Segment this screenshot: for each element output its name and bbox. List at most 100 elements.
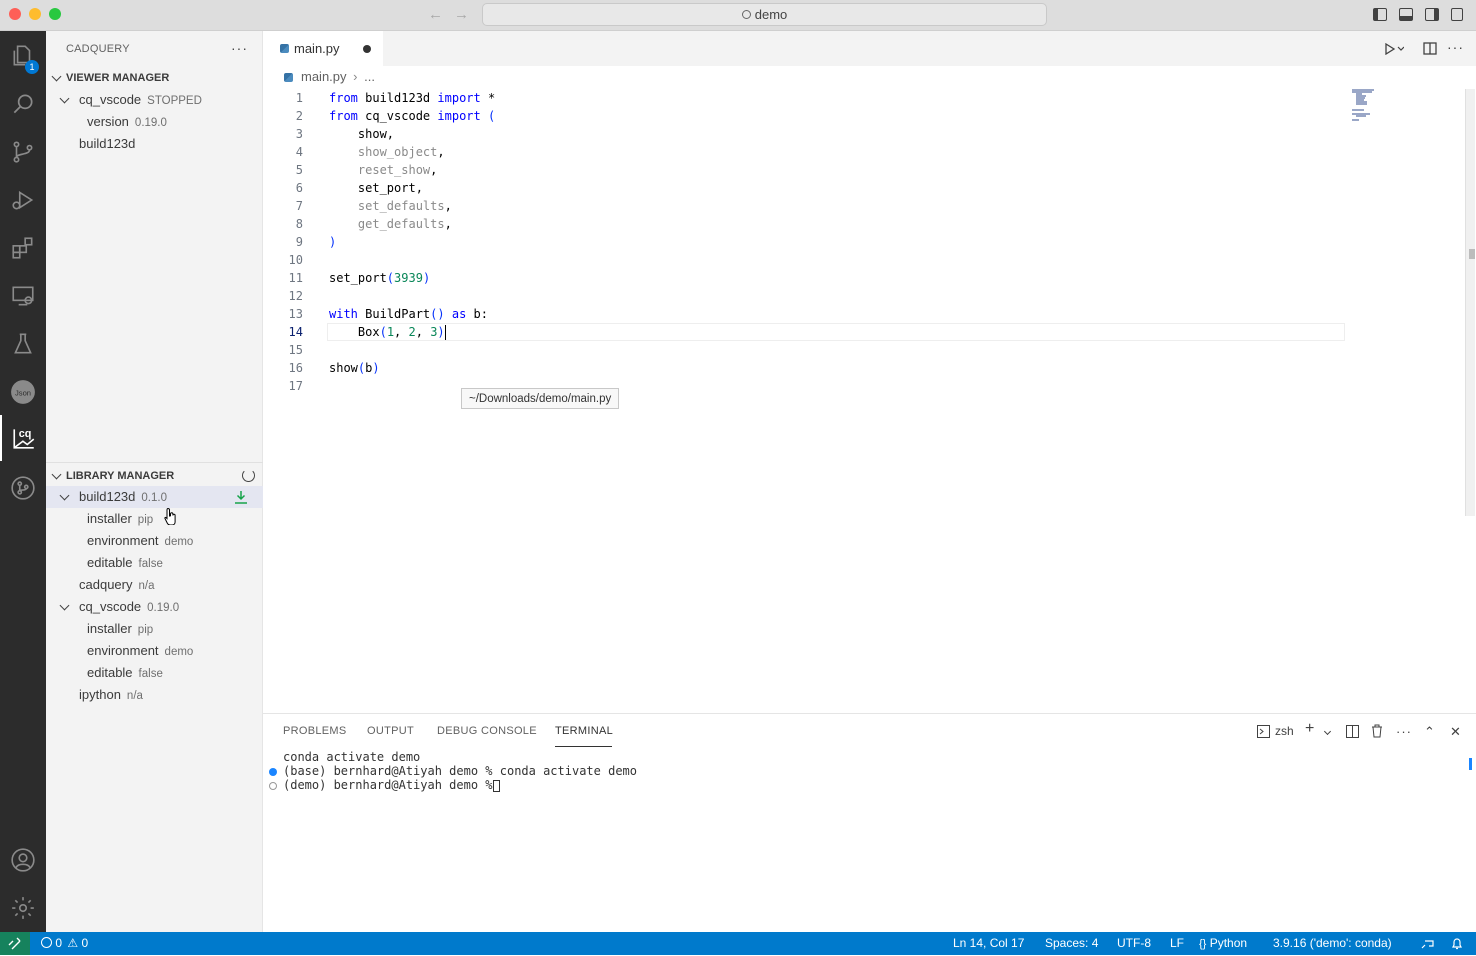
code-line: 8 get_defaults, bbox=[295, 217, 452, 231]
notifications-bell-icon[interactable] bbox=[1451, 937, 1463, 950]
customize-layout-icon[interactable] bbox=[1451, 8, 1463, 21]
trash-icon[interactable] bbox=[1371, 724, 1383, 738]
forward-arrow-icon[interactable]: → bbox=[454, 6, 469, 23]
tab-debug-console[interactable]: DEBUG CONSOLE bbox=[437, 725, 537, 737]
cursor-position[interactable]: Ln 14, Col 17 bbox=[953, 932, 1024, 955]
library-item-installer[interactable]: installer pip bbox=[46, 618, 263, 640]
run-python-icon[interactable] bbox=[1384, 43, 1404, 55]
close-window-button[interactable] bbox=[9, 8, 21, 20]
tree-item-label: ipython bbox=[79, 687, 121, 702]
library-manager-title: LIBRARY MANAGER bbox=[66, 470, 175, 482]
toggle-panel-icon[interactable] bbox=[1399, 8, 1413, 21]
terminal-line: (base) bernhard@Atiyah demo % conda acti… bbox=[283, 764, 638, 778]
library-item-cadquery[interactable]: cadquery n/a bbox=[46, 574, 263, 596]
unsaved-dot-icon[interactable] bbox=[363, 45, 371, 53]
run-debug-icon[interactable] bbox=[0, 177, 46, 223]
file-path-tooltip: ~/Downloads/demo/main.py bbox=[461, 388, 620, 409]
code-line: 10 bbox=[288, 253, 303, 267]
library-item-installer[interactable]: installer pip bbox=[46, 508, 263, 530]
editor-more-actions-icon[interactable]: ··· bbox=[1447, 39, 1464, 55]
tree-item-label: version bbox=[87, 114, 129, 129]
toggle-secondary-sidebar-icon[interactable] bbox=[1425, 8, 1439, 21]
command-success-dot-icon[interactable] bbox=[269, 768, 277, 776]
code-line: 13 with BuildPart() as b: bbox=[288, 307, 488, 321]
tab-problems[interactable]: PROBLEMS bbox=[283, 725, 347, 737]
toggle-primary-sidebar-icon[interactable] bbox=[1373, 8, 1387, 21]
command-center[interactable]: demo bbox=[482, 3, 1047, 26]
extensions-icon[interactable] bbox=[0, 225, 46, 271]
account-icon[interactable] bbox=[0, 837, 46, 883]
breadcrumb-file[interactable]: main.py bbox=[301, 69, 347, 84]
indentation[interactable]: Spaces: 4 bbox=[1045, 932, 1098, 955]
tree-item-desc: demo bbox=[164, 536, 194, 548]
testing-icon[interactable] bbox=[0, 321, 46, 367]
remote-explorer-icon[interactable] bbox=[0, 273, 46, 319]
library-item-ipython[interactable]: ipython n/a bbox=[46, 684, 263, 706]
section-divider bbox=[46, 462, 263, 463]
problems-indicator[interactable]: 0 ⚠ 0 bbox=[41, 932, 88, 955]
install-download-icon[interactable] bbox=[234, 490, 248, 504]
minimap[interactable] bbox=[1352, 89, 1378, 123]
code-line: 12 bbox=[288, 289, 303, 303]
viewer-manager-header[interactable]: VIEWER MANAGER bbox=[46, 67, 263, 89]
split-editor-icon[interactable] bbox=[1423, 42, 1437, 55]
search-icon[interactable] bbox=[0, 81, 46, 127]
breadcrumb: main.py › ... bbox=[263, 66, 1476, 88]
terminal-shell-name[interactable]: zsh bbox=[1275, 724, 1294, 738]
sidebar-title: CADQUERY bbox=[66, 43, 130, 55]
end-of-line[interactable]: LF bbox=[1170, 932, 1184, 955]
tree-item-label: cq_vscode bbox=[79, 92, 142, 107]
language-mode[interactable]: {} Python bbox=[1199, 932, 1247, 956]
refresh-icon[interactable] bbox=[242, 469, 255, 482]
terminal-line[interactable]: (demo) bernhard@Atiyah demo % bbox=[283, 778, 500, 792]
tree-item-desc: pip bbox=[137, 624, 154, 636]
breadcrumb-symbols[interactable]: ... bbox=[364, 69, 375, 84]
zoom-window-button[interactable] bbox=[49, 8, 61, 20]
files-icon[interactable]: 1 bbox=[0, 33, 46, 79]
viewer-item-build123d[interactable]: build123d bbox=[46, 133, 263, 155]
close-panel-icon[interactable]: ✕ bbox=[1450, 724, 1461, 740]
feedback-icon[interactable] bbox=[1421, 937, 1434, 950]
panel-more-icon[interactable]: ··· bbox=[1396, 724, 1412, 739]
library-item-editable[interactable]: editable false bbox=[46, 552, 263, 574]
minimize-window-button[interactable] bbox=[29, 8, 41, 20]
library-item-cq-vscode[interactable]: cq_vscode 0.19.0 bbox=[46, 596, 263, 618]
command-pending-dot-icon[interactable] bbox=[269, 782, 277, 790]
split-terminal-icon[interactable] bbox=[1346, 725, 1359, 738]
tab-main-py[interactable]: main.py bbox=[263, 31, 383, 66]
viewer-item-version[interactable]: version 0.19.0 bbox=[46, 111, 263, 133]
svg-text:cq: cq bbox=[19, 428, 32, 440]
maximize-panel-icon[interactable]: ⌃ bbox=[1424, 724, 1435, 740]
code-line: 3 show, bbox=[295, 127, 395, 141]
editor-scrollbar[interactable] bbox=[1465, 89, 1475, 516]
cadquery-icon[interactable]: cq bbox=[0, 415, 46, 461]
tab-terminal[interactable]: TERMINAL bbox=[555, 725, 613, 737]
status-bar: 0 ⚠ 0 Ln 14, Col 17 Spaces: 4 UTF-8 LF {… bbox=[0, 932, 1476, 955]
settings-gear-icon[interactable] bbox=[0, 885, 46, 931]
library-manager-header[interactable]: LIBRARY MANAGER bbox=[46, 465, 263, 487]
library-item-environment[interactable]: environment demo bbox=[46, 640, 263, 662]
activity-bar: 1 Json cq bbox=[0, 31, 46, 932]
library-item-editable[interactable]: editable false bbox=[46, 662, 263, 684]
library-item-build123d[interactable]: build123d 0.1.0 bbox=[46, 486, 263, 508]
chevron-down-icon bbox=[59, 93, 70, 104]
chevron-down-icon[interactable] bbox=[1323, 727, 1332, 736]
viewer-item-cq-vscode[interactable]: cq_vscode STOPPED bbox=[46, 89, 263, 111]
tree-item-label: editable bbox=[87, 665, 133, 680]
python-interpreter[interactable]: 3.9.16 ('demo': conda) bbox=[1273, 932, 1392, 955]
tab-output[interactable]: OUTPUT bbox=[367, 725, 414, 737]
source-control-icon[interactable] bbox=[0, 129, 46, 175]
terminal-cursor bbox=[493, 780, 500, 792]
json-icon[interactable]: Json bbox=[0, 369, 46, 415]
git-graph-icon[interactable] bbox=[0, 465, 46, 511]
library-item-environment[interactable]: environment demo bbox=[46, 530, 263, 552]
back-arrow-icon[interactable]: ← bbox=[428, 6, 443, 23]
more-actions-icon[interactable]: ··· bbox=[231, 40, 248, 56]
new-terminal-icon[interactable]: + bbox=[1305, 720, 1314, 738]
remote-indicator[interactable] bbox=[0, 932, 30, 955]
tree-item-label: installer bbox=[87, 511, 132, 526]
bottom-panel: PROBLEMS OUTPUT DEBUG CONSOLE TERMINAL z… bbox=[263, 713, 1476, 932]
window-title: demo bbox=[754, 7, 788, 22]
code-editor[interactable]: 1 from build123d import * 2 from cq_vscode… bbox=[263, 89, 1346, 709]
encoding[interactable]: UTF-8 bbox=[1117, 932, 1151, 955]
